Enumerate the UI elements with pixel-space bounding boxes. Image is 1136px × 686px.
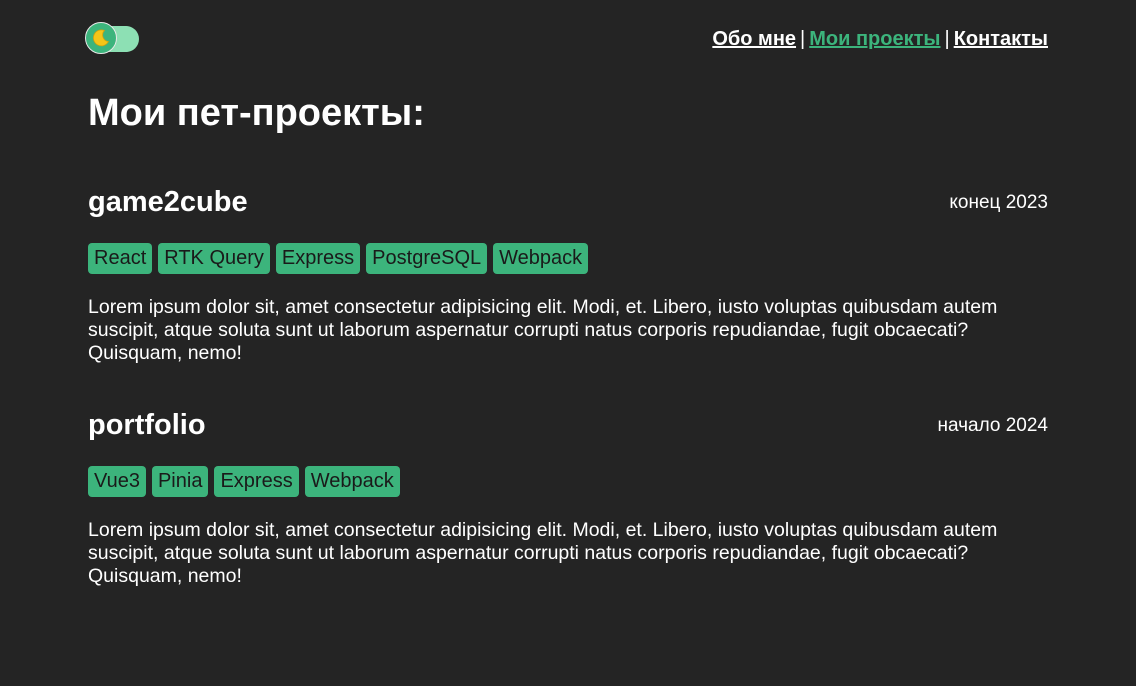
main-nav: Обо мне | Мои проекты | Контакты [712, 28, 1048, 51]
tech-tag: Pinia [151, 466, 209, 497]
project-name: game2cube [88, 186, 248, 218]
tech-tag: Webpack [493, 243, 589, 274]
tag-list: React RTK Query Express PostgreSQL Webpa… [88, 243, 589, 274]
page-container: Обо мне | Мои проекты | Контакты Мои пет-про… [85, 0, 1048, 587]
tech-tag: Express [275, 243, 361, 274]
theme-toggle[interactable] [85, 22, 141, 56]
tech-tag: PostgreSQL [366, 243, 488, 274]
nav-link-projects[interactable]: Мои проекты [809, 28, 940, 50]
tag-list: Vue3 Pinia Express Webpack [88, 466, 400, 497]
tech-tag: RTK Query [158, 243, 270, 274]
project-date: конец 2023 [949, 192, 1048, 213]
nav-link-contacts[interactable]: Контакты [954, 28, 1048, 50]
toggle-knob[interactable] [85, 22, 117, 54]
nav-link-about[interactable]: Обо мне [712, 28, 796, 50]
tech-tag: Express [214, 466, 299, 497]
tech-tag: Webpack [304, 466, 400, 497]
project-description: Lorem ipsum dolor sit, amet consectetur … [88, 519, 998, 587]
header: Обо мне | Мои проекты | Контакты [85, 0, 1048, 80]
nav-separator: | [800, 28, 806, 50]
tech-tag: React [88, 243, 153, 274]
project-date: начало 2024 [937, 415, 1048, 436]
project-name: portfolio [88, 409, 206, 441]
nav-separator: | [944, 28, 950, 50]
project-description: Lorem ipsum dolor sit, amet consectetur … [88, 296, 998, 364]
moon-icon [92, 29, 110, 47]
page-title: Мои пет-проекты: [88, 92, 425, 134]
tech-tag: Vue3 [88, 466, 146, 497]
